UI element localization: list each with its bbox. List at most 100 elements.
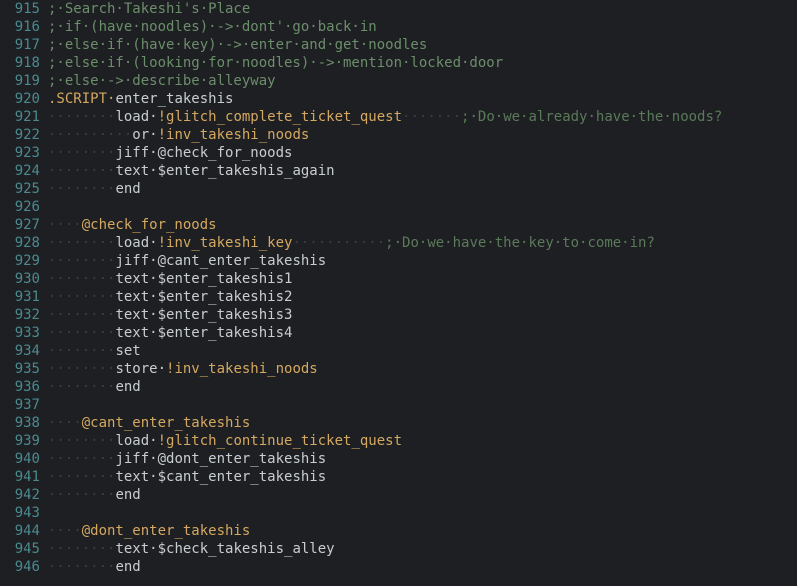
code-line[interactable]: [48, 504, 797, 522]
token-comment: ;·else·if·(have·key)·->·enter·and·get·no…: [48, 37, 427, 53]
line-number: 921: [0, 108, 40, 126]
line-number: 939: [0, 432, 40, 450]
token-bang: !inv_takeshi_noods: [158, 127, 310, 143]
code-line[interactable]: ········end: [48, 180, 797, 198]
line-number: 925: [0, 180, 40, 198]
token-identifier: enter_takeshis: [115, 91, 233, 107]
token-keyword: end: [115, 559, 140, 575]
code-line[interactable]: ····@check_for_noods: [48, 216, 797, 234]
whitespace: ········: [48, 253, 115, 269]
line-number: 924: [0, 162, 40, 180]
token-keyword: store·: [115, 361, 166, 377]
code-line[interactable]: [48, 198, 797, 216]
code-line[interactable]: ········load·!inv_takeshi_key···········…: [48, 234, 797, 252]
whitespace: ····: [48, 217, 82, 233]
line-number: 938: [0, 414, 40, 432]
token-keyword: text·: [115, 163, 157, 179]
token-dollar: $enter_takeshis2: [158, 289, 293, 305]
code-line[interactable]: ········text·$enter_takeshis2: [48, 288, 797, 306]
whitespace: ········: [48, 451, 115, 467]
token-comment: ;·else·->·describe·alleyway: [48, 73, 276, 89]
token-keyword: text·: [115, 289, 157, 305]
line-number: 937: [0, 396, 40, 414]
token-ws: ·······: [402, 109, 461, 125]
line-number: 944: [0, 522, 40, 540]
code-line[interactable]: ········text·$enter_takeshis3: [48, 306, 797, 324]
whitespace: ········: [48, 325, 115, 341]
code-line[interactable]: ········jiff·@dont_enter_takeshis: [48, 450, 797, 468]
token-ws: ···········: [292, 235, 385, 251]
code-line[interactable]: ········text·$enter_takeshis1: [48, 270, 797, 288]
whitespace: ··········: [48, 127, 132, 143]
token-func-at: @check_for_noods: [82, 217, 217, 233]
whitespace: ····: [48, 415, 82, 431]
token-directive: .SCRIPT·: [48, 91, 115, 107]
line-number: 933: [0, 324, 40, 342]
line-number: 936: [0, 378, 40, 396]
line-number: 935: [0, 360, 40, 378]
code-line[interactable]: [48, 396, 797, 414]
token-keyword: text·: [115, 325, 157, 341]
token-comment: ;·if·(have·noodles)·->·dont'·go·back·in: [48, 19, 377, 35]
whitespace: ········: [48, 235, 115, 251]
code-line[interactable]: ········text·$enter_takeshis_again: [48, 162, 797, 180]
line-number: 940: [0, 450, 40, 468]
code-line[interactable]: ··········or·!inv_takeshi_noods: [48, 126, 797, 144]
token-keyword: end: [115, 487, 140, 503]
token-dollar: $check_takeshis_alley: [158, 541, 335, 557]
whitespace: ········: [48, 289, 115, 305]
line-number: 934: [0, 342, 40, 360]
code-line[interactable]: ········end: [48, 486, 797, 504]
token-bang: !inv_takeshi_noods: [166, 361, 318, 377]
code-line[interactable]: ········text·$cant_enter_takeshis: [48, 468, 797, 486]
token-dollar: $cant_enter_takeshis: [158, 469, 327, 485]
whitespace: ········: [48, 433, 115, 449]
line-number: 923: [0, 144, 40, 162]
token-keyword: text·: [115, 469, 157, 485]
token-dollar: $enter_takeshis4: [158, 325, 293, 341]
whitespace: ········: [48, 109, 115, 125]
token-comment-dim: ;·Do·we·have·the·key·to·come·in?: [385, 235, 655, 251]
code-content[interactable]: ;·Search·Takeshi's·Place;·if·(have·noodl…: [48, 0, 797, 586]
line-number: 916: [0, 18, 40, 36]
token-keyword: text·: [115, 541, 157, 557]
line-number: 919: [0, 72, 40, 90]
code-line[interactable]: ········load·!glitch_continue_ticket_que…: [48, 432, 797, 450]
code-line[interactable]: ····@dont_enter_takeshis: [48, 522, 797, 540]
code-line[interactable]: ········set: [48, 342, 797, 360]
whitespace: ········: [48, 163, 115, 179]
code-line[interactable]: ········load·!glitch_complete_ticket_que…: [48, 108, 797, 126]
code-line[interactable]: ········text·$enter_takeshis4: [48, 324, 797, 342]
line-number: 918: [0, 54, 40, 72]
code-line[interactable]: ········jiff·@check_for_noods: [48, 144, 797, 162]
code-line[interactable]: ········end: [48, 378, 797, 396]
code-line[interactable]: ····@cant_enter_takeshis: [48, 414, 797, 432]
code-line[interactable]: ········text·$check_takeshis_alley: [48, 540, 797, 558]
token-bang: !glitch_complete_ticket_quest: [158, 109, 402, 125]
code-editor[interactable]: 9159169179189199209219229239249259269279…: [0, 0, 797, 586]
code-line[interactable]: ········store·!inv_takeshi_noods: [48, 360, 797, 378]
whitespace: ········: [48, 469, 115, 485]
line-number: 942: [0, 486, 40, 504]
token-at: @cant_enter_takeshis: [158, 253, 327, 269]
token-keyword: load·: [115, 433, 157, 449]
token-at: @dont_enter_takeshis: [158, 451, 327, 467]
code-line[interactable]: ········end: [48, 558, 797, 576]
code-line[interactable]: ;·Search·Takeshi's·Place: [48, 0, 797, 18]
whitespace: ········: [48, 343, 115, 359]
token-keyword: or·: [132, 127, 157, 143]
whitespace: ········: [48, 379, 115, 395]
code-line[interactable]: ;·else·if·(have·key)·->·enter·and·get·no…: [48, 36, 797, 54]
code-line[interactable]: ;·if·(have·noodles)·->·dont'·go·back·in: [48, 18, 797, 36]
token-keyword: jiff·: [115, 253, 157, 269]
token-func-at: @dont_enter_takeshis: [82, 523, 251, 539]
token-dollar: $enter_takeshis_again: [158, 163, 335, 179]
line-number-gutter: 9159169179189199209219229239249259269279…: [0, 0, 48, 586]
code-line[interactable]: ········jiff·@cant_enter_takeshis: [48, 252, 797, 270]
token-keyword: text·: [115, 271, 157, 287]
code-line[interactable]: ;·else·if·(looking·for·noodles)·->·menti…: [48, 54, 797, 72]
code-line[interactable]: ;·else·->·describe·alleyway: [48, 72, 797, 90]
line-number: 927: [0, 216, 40, 234]
whitespace: ········: [48, 541, 115, 557]
code-line[interactable]: .SCRIPT·enter_takeshis: [48, 90, 797, 108]
